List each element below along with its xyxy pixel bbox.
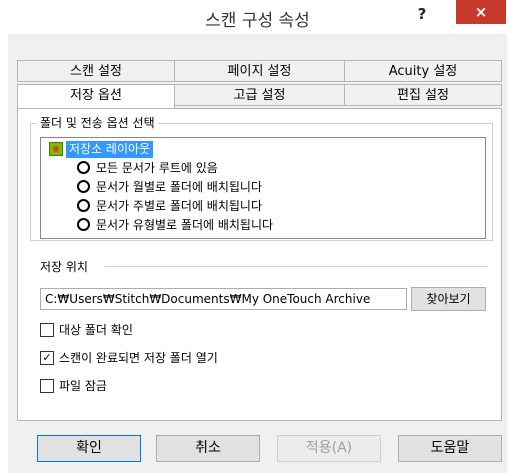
radio-icon xyxy=(77,199,90,212)
radio-icon xyxy=(77,180,90,193)
tab-scan-settings[interactable]: 스캔 설정 xyxy=(17,60,175,82)
checkbox-label: 파일 잠금 xyxy=(59,379,107,393)
radio-icon xyxy=(77,218,90,231)
layout-option-weekly[interactable]: 문서가 주별로 폴더에 배치됩니다 xyxy=(77,197,262,215)
cancel-button[interactable]: 취소 xyxy=(156,435,260,462)
help-button[interactable]: ? xyxy=(410,3,434,25)
save-location-label: 저장 위치 xyxy=(40,260,88,274)
save-path-field[interactable]: C:₩Users₩Stitch₩Documents₩My OneTouch Ar… xyxy=(40,288,407,310)
storage-layout-icon xyxy=(49,142,63,156)
close-button[interactable]: × xyxy=(456,0,506,24)
tab-save-options[interactable]: 저장 옵션 xyxy=(17,84,175,108)
layout-option-monthly[interactable]: 문서가 월별로 폴더에 배치됩니다 xyxy=(77,178,262,196)
folder-options-legend: 폴더 및 전송 옵션 선택 xyxy=(37,114,158,131)
confirm-target-folder-checkbox[interactable]: 대상 폴더 확인 xyxy=(40,322,133,338)
checkmark-icon: ✓ xyxy=(40,350,54,365)
checkbox-box xyxy=(40,378,54,393)
lock-file-checkbox[interactable]: 파일 잠금 xyxy=(40,378,107,394)
layout-option-type[interactable]: 문서가 유형별로 폴더에 배치됩니다 xyxy=(77,216,273,234)
layout-option-label: 문서가 유형별로 폴더에 배치됩니다 xyxy=(96,218,274,232)
layout-option-label: 문서가 월별로 폴더에 배치됩니다 xyxy=(96,180,263,194)
layout-option-label: 문서가 주별로 폴더에 배치됩니다 xyxy=(96,199,263,213)
browse-button[interactable]: 찾아보기 xyxy=(411,287,486,311)
storage-layout-tree[interactable]: 저장소 레이아웃 모든 문서가 루트에 있음 문서가 월별로 폴더에 배치됩니다… xyxy=(40,137,486,239)
window-title: 스캔 구성 속성 xyxy=(205,11,310,31)
open-folder-after-scan-checkbox[interactable]: ✓ 스캔이 완료되면 저장 폴더 열기 xyxy=(40,350,218,366)
apply-button[interactable]: 적용(A) xyxy=(277,435,381,462)
tab-advanced-settings[interactable]: 고급 설정 xyxy=(174,84,345,106)
title-bar: 스캔 구성 속성 ? × xyxy=(0,0,515,34)
checkbox-label: 스캔이 완료되면 저장 폴더 열기 xyxy=(59,351,218,365)
radio-icon xyxy=(77,161,90,174)
layout-option-root[interactable]: 모든 문서가 루트에 있음 xyxy=(77,159,218,177)
tab-edit-settings[interactable]: 편집 설정 xyxy=(344,84,502,106)
ok-button[interactable]: 확인 xyxy=(37,435,141,462)
tab-acuity-settings[interactable]: Acuity 설정 xyxy=(344,60,502,82)
tree-root-label: 저장소 레이아웃 xyxy=(66,141,154,158)
layout-option-label: 모든 문서가 루트에 있음 xyxy=(96,161,218,175)
checkbox-label: 대상 폴더 확인 xyxy=(59,323,133,337)
checkbox-box xyxy=(40,322,54,337)
help-dialog-button[interactable]: 도움말 xyxy=(398,435,502,462)
save-location-divider xyxy=(105,266,488,267)
tab-page-settings[interactable]: 페이지 설정 xyxy=(174,60,345,82)
